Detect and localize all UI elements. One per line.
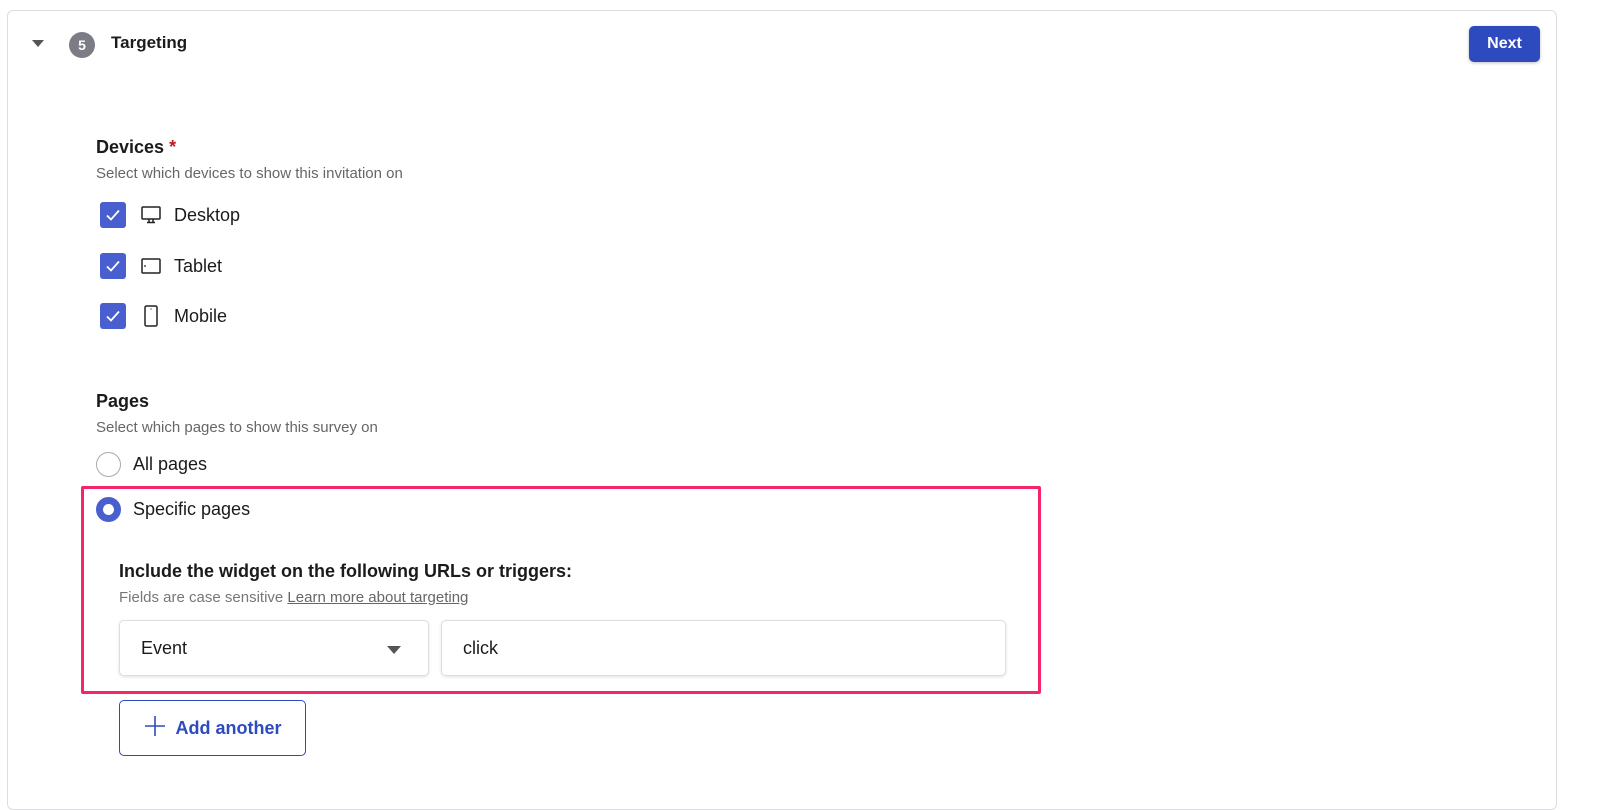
device-label: Desktop [174, 204, 241, 225]
rule-type-select[interactable]: Event [119, 620, 429, 676]
collapse-caret-icon[interactable] [32, 40, 44, 47]
pages-description: Select which pages to show this survey o… [96, 419, 378, 436]
select-value: Event [141, 637, 188, 658]
device-option-tablet[interactable]: Tablet [100, 253, 222, 279]
add-another-label: Add another [175, 717, 282, 738]
learn-more-link[interactable]: Learn more about targeting [287, 589, 468, 606]
radio-circle-selected[interactable] [96, 497, 121, 522]
device-label: Tablet [174, 255, 223, 276]
radio-circle[interactable] [96, 452, 121, 477]
add-another-button[interactable]: Add another [119, 700, 306, 756]
desktop-icon [140, 204, 162, 226]
required-mark: * [169, 137, 177, 157]
radio-specific-pages[interactable]: Specific pages [96, 497, 250, 522]
radio-label: Specific pages [133, 499, 251, 519]
device-label: Mobile [174, 305, 228, 326]
rule-value-input[interactable] [441, 620, 1006, 676]
plus-icon [144, 715, 166, 742]
section-title: Targeting [111, 33, 188, 52]
tablet-icon [140, 255, 162, 277]
checkbox-mobile[interactable] [100, 303, 126, 329]
checkbox-tablet[interactable] [100, 253, 126, 279]
devices-description: Select which devices to show this invita… [96, 165, 403, 182]
mobile-icon [140, 305, 162, 327]
checkbox-desktop[interactable] [100, 202, 126, 228]
case-sensitive-note: Fields are case sensitive Learn more abo… [119, 589, 469, 606]
radio-label: All pages [133, 454, 208, 474]
step-number-badge: 5 [69, 32, 95, 58]
next-button[interactable]: Next [1469, 26, 1540, 62]
pages-label: Pages [96, 391, 150, 411]
devices-label: Devices * [96, 137, 177, 157]
include-heading: Include the widget on the following URLs… [119, 561, 572, 581]
device-option-mobile[interactable]: Mobile [100, 303, 227, 329]
dropdown-arrow-icon [387, 646, 401, 654]
device-option-desktop[interactable]: Desktop [100, 202, 240, 228]
radio-all-pages[interactable]: All pages [96, 452, 207, 477]
